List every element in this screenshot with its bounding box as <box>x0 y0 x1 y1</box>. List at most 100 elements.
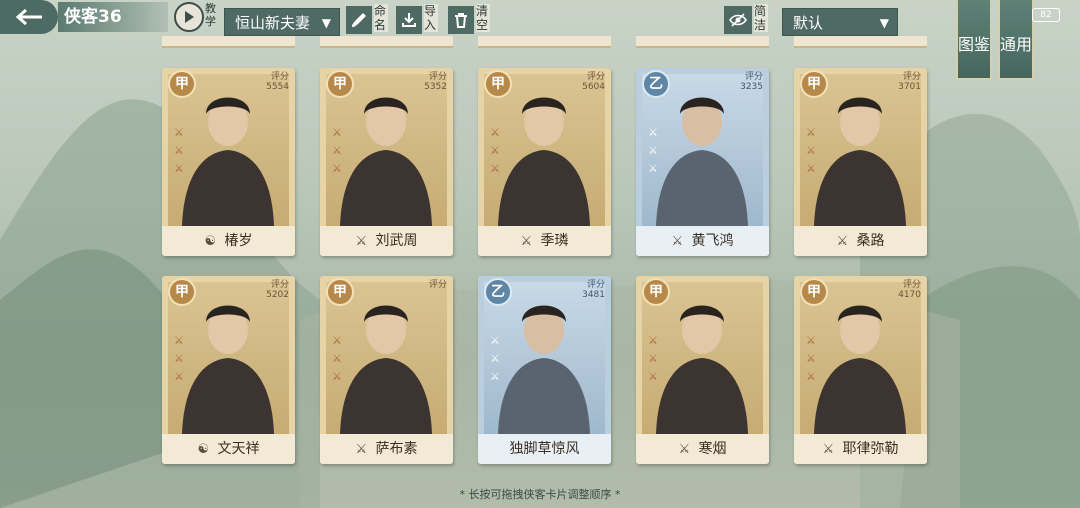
battery-level: 82 <box>1040 10 1052 20</box>
hero-name: 独脚草惊风 <box>509 441 580 457</box>
hero-card[interactable]: 甲 评分 5202 ⚔ ⚔ ⚔ ☯ 文天祥 <box>162 276 295 464</box>
score-label: 评分 <box>902 280 921 290</box>
download-icon <box>402 13 416 27</box>
battery-indicator: 82 <box>1032 8 1060 22</box>
skill-tags: ⚔ ⚔ ⚔ <box>648 332 662 386</box>
score-block: 评分 5604 <box>582 72 605 92</box>
hero-name-bar: 独脚草惊风 <box>478 434 611 464</box>
score-value: 3481 <box>582 290 605 300</box>
tab-general[interactable]: 通用 <box>998 0 1034 80</box>
import-button[interactable] <box>396 6 422 34</box>
score-label: 评分 <box>586 280 605 290</box>
score-block: 评分 <box>429 280 447 290</box>
sword-icon: ⚔ <box>490 370 500 383</box>
skill-tags: ⚔ ⚔ ⚔ <box>806 332 820 386</box>
score-block: 评分 3235 <box>740 72 763 92</box>
hero-name-bar: ☯ 椿岁 <box>162 226 295 256</box>
chevron-down-icon: ▼ <box>879 16 889 30</box>
hero-name-bar: ⚔ 季璘 <box>478 226 611 256</box>
page-title: 侠客36 <box>58 2 168 32</box>
yin-yang-icon: ☯ <box>197 442 210 457</box>
back-button[interactable] <box>0 0 58 34</box>
grade-badge: 甲 <box>800 278 828 306</box>
score-label: 评分 <box>902 72 921 82</box>
back-arrow-icon <box>15 8 42 26</box>
grade-badge: 甲 <box>168 278 196 306</box>
sword-icon: ⚔ <box>332 370 342 383</box>
score-label: 评分 <box>586 72 605 82</box>
hero-card[interactable]: 甲 评分 ⚔ ⚔ ⚔ ⚔ 萨布素 <box>320 276 453 464</box>
sort-select-value: 默认 <box>793 14 824 32</box>
sword-icon: ⚔ <box>332 144 342 157</box>
team-select-value: 恒山新夫妻 <box>235 14 311 32</box>
sword-icon: ⚔ <box>806 334 816 347</box>
hero-name: 耶律弥勒 <box>842 441 899 457</box>
hero-card[interactable]: 甲 评分 3701 ⚔ ⚔ ⚔ ⚔ 桑路 <box>794 68 927 256</box>
sword-icon: ⚔ <box>671 234 684 249</box>
sword-icon: ⚔ <box>174 352 184 365</box>
skill-tags: ⚔ ⚔ ⚔ <box>332 332 346 386</box>
sword-icon: ⚔ <box>332 162 342 175</box>
hero-card[interactable]: 甲 评分 4170 ⚔ ⚔ ⚔ ⚔ 耶律弥勒 <box>794 276 927 464</box>
sword-icon: ⚔ <box>648 352 658 365</box>
concise-label: 简洁 <box>754 4 768 32</box>
hero-name-bar: ⚔ 寒烟 <box>636 434 769 464</box>
skill-tags: ⚔ ⚔ ⚔ <box>648 124 662 178</box>
sort-select[interactable]: 默认 ▼ <box>782 8 898 36</box>
sword-icon: ⚔ <box>806 144 816 157</box>
sword-icon: ⚔ <box>355 234 368 249</box>
tab-atlas-label: 图鉴 <box>958 35 991 54</box>
skill-tags: ⚔ ⚔ ⚔ <box>490 124 504 178</box>
sword-icon: ⚔ <box>806 126 816 139</box>
yin-yang-icon: ☯ <box>204 234 217 249</box>
score-label: 评分 <box>270 280 289 290</box>
hero-card[interactable]: 甲 ⚔ ⚔ ⚔ ⚔ 寒烟 <box>636 276 769 464</box>
hero-card[interactable]: 乙 评分 3235 ⚔ ⚔ ⚔ ⚔ 黄飞鸿 <box>636 68 769 256</box>
hero-card[interactable]: 甲 评分 5554 ⚔ ⚔ ⚔ ☯ 椿岁 <box>162 68 295 256</box>
team-select[interactable]: 恒山新夫妻 ▼ <box>224 8 340 36</box>
sword-icon: ⚔ <box>174 126 184 139</box>
hero-card[interactable]: 甲 评分 5604 ⚔ ⚔ ⚔ ⚔ 季璘 <box>478 68 611 256</box>
sword-icon: ⚔ <box>648 144 658 157</box>
grade-badge: 甲 <box>326 70 354 98</box>
grade-badge: 甲 <box>326 278 354 306</box>
sword-icon: ⚔ <box>174 162 184 175</box>
sword-icon: ⚔ <box>806 352 816 365</box>
sword-icon: ⚔ <box>822 442 835 457</box>
sword-icon: ⚔ <box>490 334 500 347</box>
skill-tags: ⚔ ⚔ ⚔ <box>806 124 820 178</box>
score-block: 评分 4170 <box>898 280 921 300</box>
sword-icon: ⚔ <box>648 370 658 383</box>
sword-icon: ⚔ <box>490 162 500 175</box>
sword-icon: ⚔ <box>174 334 184 347</box>
sword-icon: ⚔ <box>678 442 691 457</box>
sword-icon: ⚔ <box>648 334 658 347</box>
chevron-down-icon: ▼ <box>321 16 331 30</box>
sword-icon: ⚔ <box>836 234 849 249</box>
skill-tags: ⚔ ⚔ ⚔ <box>490 332 504 386</box>
rename-label: 命名 <box>374 4 388 32</box>
grade-badge: 甲 <box>168 70 196 98</box>
concise-toggle[interactable] <box>724 6 752 34</box>
score-block: 评分 3701 <box>898 72 921 92</box>
sword-icon: ⚔ <box>174 144 184 157</box>
hero-name: 黄飞鸿 <box>691 233 734 249</box>
play-icon <box>185 11 194 23</box>
rename-button[interactable] <box>346 6 372 34</box>
skill-tags: ⚔ ⚔ ⚔ <box>174 332 188 386</box>
sword-icon: ⚔ <box>648 126 658 139</box>
tutorial-button[interactable] <box>174 2 204 32</box>
tab-atlas[interactable]: 图鉴 <box>956 0 992 80</box>
hero-card[interactable]: 乙 评分 3481 ⚔ ⚔ ⚔ 独脚草惊风 <box>478 276 611 464</box>
score-block: 评分 5202 <box>266 280 289 300</box>
sword-icon: ⚔ <box>332 352 342 365</box>
hero-name: 萨布素 <box>375 441 418 457</box>
score-label: 评分 <box>270 72 289 82</box>
sword-icon: ⚔ <box>332 334 342 347</box>
score-label: 评分 <box>744 72 763 82</box>
clear-button[interactable] <box>448 6 474 34</box>
hero-card[interactable]: 甲 评分 5352 ⚔ ⚔ ⚔ ⚔ 刘武周 <box>320 68 453 256</box>
sword-icon: ⚔ <box>490 126 500 139</box>
sword-icon: ⚔ <box>520 234 533 249</box>
skill-tags: ⚔ ⚔ ⚔ <box>174 124 188 178</box>
